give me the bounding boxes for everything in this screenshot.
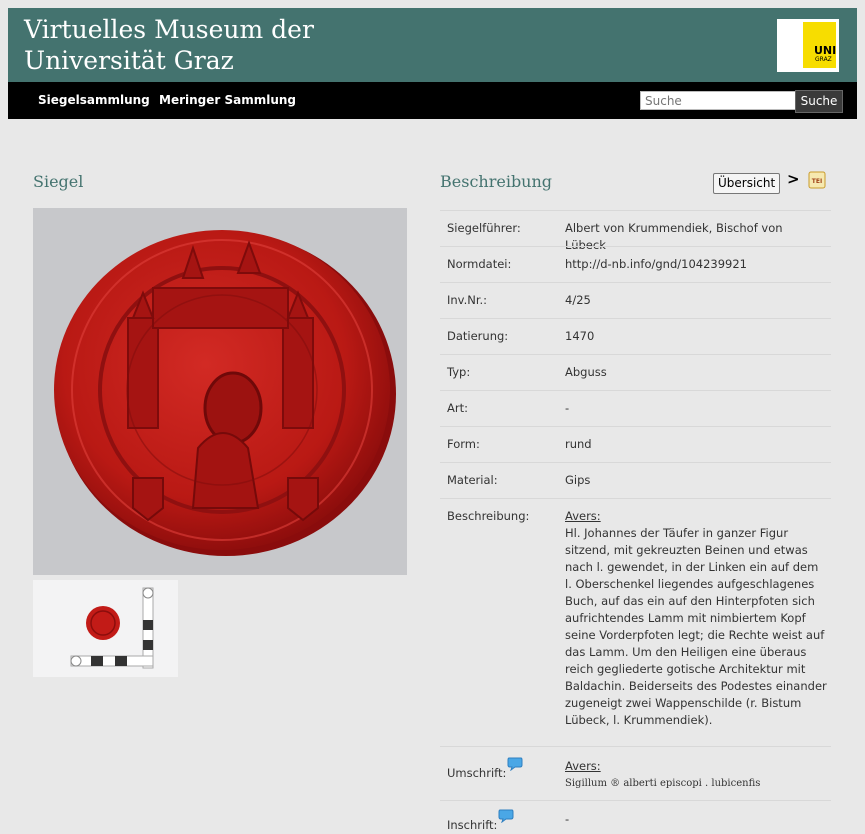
detail-label: Beschreibung: <box>447 509 530 523</box>
tei-icon[interactable]: TEI <box>808 171 826 189</box>
detail-row-siegelfuehrer: Siegelführer: Albert von Krummendiek, Bi… <box>440 210 831 252</box>
detail-value: rund <box>565 437 592 451</box>
university-logo[interactable]: UNI GRAZ <box>777 19 839 72</box>
detail-label: Material: <box>447 473 498 487</box>
detail-value: - <box>565 401 570 415</box>
detail-row-material: Material: Gips <box>440 462 831 499</box>
seal-thumbnail[interactable] <box>33 580 178 677</box>
image-section-title: Siegel <box>33 172 84 191</box>
detail-label: Umschrift: <box>447 766 507 780</box>
detail-row-invnr: Inv.Nr.: 4/25 <box>440 282 831 319</box>
speech-bubble-icon[interactable] <box>498 809 514 823</box>
umschrift-heading: Avers: <box>565 759 601 773</box>
logo-subtext: GRAZ <box>815 56 832 63</box>
description-section-title: Beschreibung <box>440 172 553 191</box>
speech-bubble-icon[interactable] <box>507 757 523 771</box>
detail-row-beschreibung: Beschreibung: Avers: Hl. Johannes der Tä… <box>440 498 831 747</box>
site-title[interactable]: Virtuelles Museum der Universität Graz <box>24 14 314 76</box>
detail-value: Gips <box>565 473 591 487</box>
thumbnail-illustration <box>70 587 154 669</box>
detail-label: Inschrift: <box>447 818 498 832</box>
detail-label: Inv.Nr.: <box>447 293 488 307</box>
umschrift-text: Sigillum ® alberti episcopi . lubicenfis <box>565 778 761 789</box>
detail-row-normdatei: Normdatei: http://d-nb.info/gnd/10423992… <box>440 246 831 283</box>
description-heading: Avers: <box>565 509 601 523</box>
inschrift-label-wrap: Inschrift: <box>447 809 514 834</box>
site-header: Virtuelles Museum der Universität Graz U… <box>8 8 857 82</box>
site-title-line2: Universität Graz <box>24 46 234 75</box>
umschrift-label-wrap: Umschrift: <box>447 757 523 782</box>
seal-main-image[interactable] <box>33 208 407 575</box>
nav-item-siegelsammlung[interactable]: Siegelsammlung <box>38 82 150 119</box>
detail-value: 4/25 <box>565 293 591 307</box>
detail-label: Datierung: <box>447 329 509 343</box>
detail-value: - <box>565 812 570 826</box>
detail-label: Typ: <box>447 365 471 379</box>
detail-value: 1470 <box>565 329 595 343</box>
detail-row-typ: Typ: Abguss <box>440 354 831 391</box>
normdatei-link[interactable]: http://d-nb.info/gnd/104239921 <box>565 256 827 273</box>
detail-row-umschrift: Umschrift: Avers: Sigillum ® alberti epi… <box>440 746 831 801</box>
seal-illustration <box>54 230 396 556</box>
detail-row-form: Form: rund <box>440 426 831 463</box>
detail-row-datierung: Datierung: 1470 <box>440 318 831 355</box>
detail-label: Siegelführer: <box>447 221 521 235</box>
site-title-line1: Virtuelles Museum der <box>24 15 314 44</box>
detail-label: Normdatei: <box>447 257 512 271</box>
search-input[interactable] <box>640 91 799 110</box>
detail-value: Abguss <box>565 365 607 379</box>
detail-row-art: Art: - <box>440 390 831 427</box>
detail-label: Art: <box>447 401 468 415</box>
detail-label: Form: <box>447 437 480 451</box>
main-nav: Siegelsammlung Meringer Sammlung Suche <box>8 82 857 119</box>
detail-row-inschrift: Inschrift: - <box>440 800 831 834</box>
overview-button[interactable]: Übersicht <box>713 173 781 194</box>
search-button[interactable]: Suche <box>795 90 843 113</box>
tei-icon-label: TEI <box>812 178 822 185</box>
nav-item-meringer-sammlung[interactable]: Meringer Sammlung <box>159 82 296 119</box>
description-text: Hl. Johannes der Täufer in ganzer Figur … <box>565 526 827 727</box>
description-body: Avers: Hl. Johannes der Täufer in ganzer… <box>565 508 827 729</box>
next-arrow-icon[interactable]: > <box>787 170 800 188</box>
umschrift-body: Avers: Sigillum ® alberti episcopi . lub… <box>565 758 827 792</box>
